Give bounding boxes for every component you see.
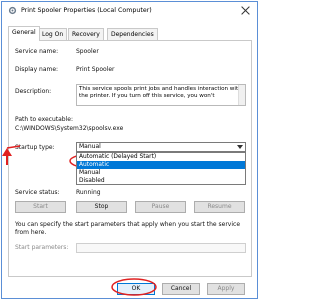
description-scrollbar[interactable] bbox=[238, 85, 245, 105]
tab-log-on[interactable]: Log On bbox=[38, 28, 68, 40]
cancel-button[interactable]: Cancel bbox=[162, 283, 200, 295]
option-automatic-delayed[interactable]: Automatic (Delayed Start) bbox=[77, 153, 245, 161]
start-params-input[interactable] bbox=[76, 243, 246, 253]
path-value: C:\WINDOWS\System32\spoolsv.exe bbox=[15, 125, 124, 132]
properties-dialog: Print Spooler Properties (Local Computer… bbox=[1, 1, 258, 299]
chevron-down-icon bbox=[237, 145, 243, 149]
tab-dependencies[interactable]: Dependencies bbox=[107, 28, 158, 40]
stop-button[interactable]: Stop bbox=[76, 201, 127, 213]
start-button[interactable]: Start bbox=[15, 201, 66, 213]
title-bar[interactable]: Print Spooler Properties (Local Computer… bbox=[2, 2, 257, 19]
option-automatic[interactable]: Automatic bbox=[77, 161, 245, 169]
display-name-label: Display name: bbox=[15, 66, 59, 73]
tab-strip: General Log On Recovery Dependencies bbox=[8, 26, 252, 41]
close-icon[interactable] bbox=[240, 5, 251, 16]
pause-button[interactable]: Pause bbox=[135, 201, 186, 213]
general-panel: Service name: Spooler Display name: Prin… bbox=[8, 40, 252, 277]
path-label: Path to executable: bbox=[15, 116, 73, 123]
window-title: Print Spooler Properties (Local Computer… bbox=[21, 7, 152, 14]
startup-type-select[interactable]: Manual bbox=[76, 142, 246, 152]
startup-type-label: Startup type: bbox=[15, 144, 55, 151]
ok-button[interactable]: OK bbox=[117, 283, 155, 295]
apply-button[interactable]: Apply bbox=[207, 283, 245, 295]
tab-recovery[interactable]: Recovery bbox=[68, 28, 104, 40]
option-manual[interactable]: Manual bbox=[77, 169, 245, 177]
description-label: Description: bbox=[15, 88, 52, 95]
service-name-value: Spooler bbox=[76, 48, 99, 55]
service-name-label: Service name: bbox=[15, 48, 59, 55]
service-status-value: Running bbox=[76, 189, 101, 196]
option-disabled[interactable]: Disabled bbox=[77, 177, 245, 185]
startup-type-dropdown: Automatic (Delayed Start) Automatic Manu… bbox=[76, 152, 246, 185]
start-params-note: You can specify the start parameters tha… bbox=[15, 221, 241, 236]
resume-button[interactable]: Resume bbox=[194, 201, 245, 213]
display-name-value: Print Spooler bbox=[76, 66, 115, 73]
tab-general[interactable]: General bbox=[8, 26, 40, 41]
gear-icon bbox=[8, 6, 17, 15]
description-text: This service spools print jobs and handl… bbox=[79, 86, 242, 99]
start-params-label: Start parameters: bbox=[15, 244, 69, 251]
service-status-label: Service status: bbox=[15, 189, 60, 196]
startup-type-value: Manual bbox=[79, 143, 101, 150]
description-box[interactable]: This service spools print jobs and handl… bbox=[76, 84, 246, 106]
